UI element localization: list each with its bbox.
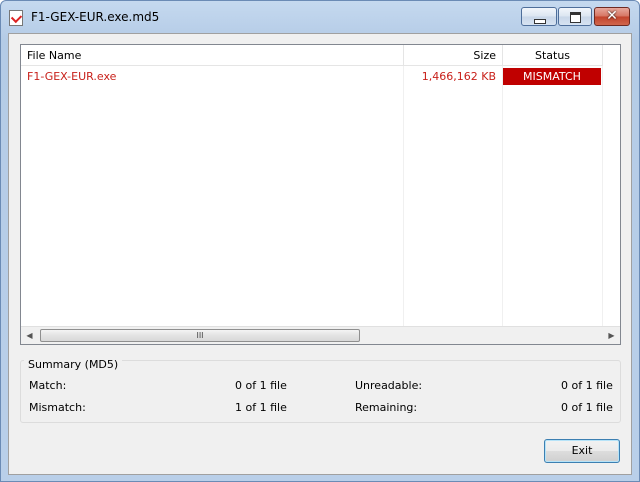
close-icon: ✕ <box>606 8 618 24</box>
close-button[interactable]: ✕ <box>594 7 630 26</box>
title-bar[interactable]: F1-GEX-EUR.exe.md5 ✕ <box>1 1 639 33</box>
scroll-left-arrow-icon[interactable]: ◀ <box>21 327 38 344</box>
horizontal-scrollbar[interactable]: ◀ III ▶ <box>21 326 620 344</box>
file-list[interactable]: File Name Size Status F1-GEX-EUR.exe 1,4… <box>20 44 621 345</box>
window-title: F1-GEX-EUR.exe.md5 <box>31 10 160 24</box>
md5-file-icon <box>9 10 23 26</box>
column-header-label: Status <box>534 49 571 62</box>
match-label: Match: <box>29 379 67 392</box>
row-file-name: F1-GEX-EUR.exe <box>27 70 117 83</box>
match-value: 0 of 1 file <box>235 379 287 392</box>
app-window: F1-GEX-EUR.exe.md5 ✕ File Name Size Stat… <box>0 0 640 482</box>
status-badge: MISMATCH <box>503 68 601 85</box>
column-header-label: Size <box>473 49 496 62</box>
client-area: File Name Size Status F1-GEX-EUR.exe 1,4… <box>8 33 632 475</box>
column-divider <box>403 66 404 326</box>
scroll-right-arrow-icon[interactable]: ▶ <box>603 327 620 344</box>
column-header-size[interactable]: Size <box>404 45 503 66</box>
minimize-icon <box>534 19 546 24</box>
maximize-button[interactable] <box>558 7 592 26</box>
column-header-status[interactable]: Status <box>503 45 603 66</box>
row-size: 1,466,162 KB <box>421 70 496 83</box>
column-divider <box>602 66 603 326</box>
minimize-button[interactable] <box>521 7 557 26</box>
summary-title: Summary (MD5) <box>24 358 123 372</box>
column-header-label: File Name <box>27 49 82 62</box>
remaining-label: Remaining: <box>355 401 418 414</box>
column-header-file-name[interactable]: File Name <box>21 45 404 66</box>
scroll-thumb[interactable]: III <box>40 329 360 342</box>
unreadable-label: Unreadable: <box>355 379 423 392</box>
column-divider <box>502 66 503 326</box>
maximize-icon <box>570 12 581 23</box>
mismatch-label: Mismatch: <box>29 401 86 414</box>
exit-button[interactable]: Exit <box>544 439 620 463</box>
mismatch-value: 1 of 1 file <box>235 401 287 414</box>
unreadable-value: 0 of 1 file <box>561 379 613 392</box>
remaining-value: 0 of 1 file <box>561 401 613 414</box>
